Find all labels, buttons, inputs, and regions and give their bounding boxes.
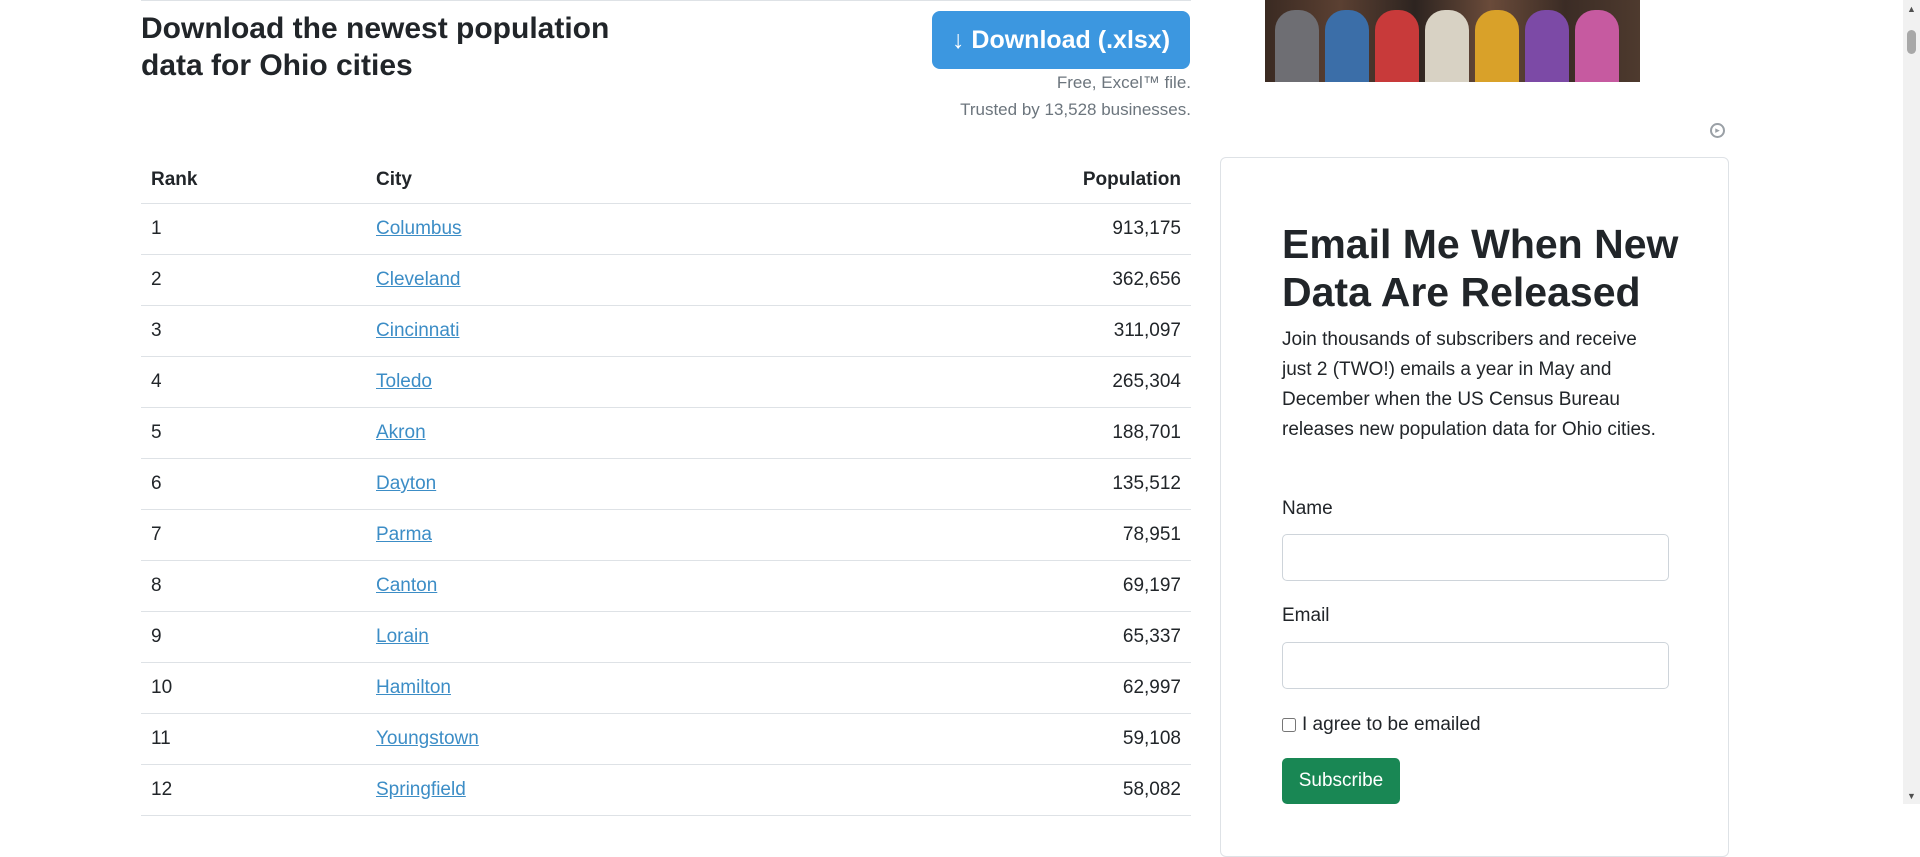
table-row: 12 Springfield 58,082: [141, 764, 1191, 816]
table-row: 2 Cleveland 362,656: [141, 254, 1191, 306]
population-cell: 188,701: [786, 407, 1191, 459]
email-label: Email: [1282, 605, 1330, 626]
chevron-up-icon[interactable]: ▲: [1903, 0, 1920, 17]
agree-row: I agree to be emailed: [1282, 714, 1481, 736]
name-label: Name: [1282, 498, 1333, 519]
population-cell: 135,512: [786, 458, 1191, 510]
agree-label: I agree to be emailed: [1302, 714, 1481, 735]
rank-cell: 9: [141, 611, 366, 663]
city-link[interactable]: Dayton: [376, 473, 436, 494]
rank-cell: 7: [141, 509, 366, 561]
table-row: 11 Youngstown 59,108: [141, 713, 1191, 765]
agree-checkbox[interactable]: [1282, 718, 1296, 732]
column-header-population: Population: [786, 157, 1191, 204]
population-cell: 62,997: [786, 662, 1191, 714]
table-row: 1 Columbus 913,175: [141, 203, 1191, 255]
table-row: 7 Parma 78,951: [141, 509, 1191, 561]
city-link[interactable]: Akron: [376, 422, 426, 443]
vertical-scrollbar[interactable]: ▲ ▼: [1903, 0, 1920, 804]
column-header-rank: Rank: [141, 157, 366, 204]
city-link[interactable]: Parma: [376, 524, 432, 545]
population-cell: 362,656: [786, 254, 1191, 306]
page-headline: Download the newest population data for …: [141, 12, 610, 82]
download-note-trusted: Trusted by 13,528 businesses.: [960, 100, 1191, 119]
rank-cell: 3: [141, 305, 366, 357]
rank-cell: 4: [141, 356, 366, 408]
rank-cell: 8: [141, 560, 366, 612]
download-note-free: Free, Excel™ file.: [1056, 73, 1191, 92]
table-row: 3 Cincinnati 311,097: [141, 305, 1191, 357]
rank-cell: 5: [141, 407, 366, 459]
advertisement-image[interactable]: [1265, 0, 1640, 82]
signup-description: Join thousands of subscribers and receiv…: [1282, 329, 1656, 440]
email-field[interactable]: [1282, 642, 1669, 689]
population-cell: 65,337: [786, 611, 1191, 663]
rank-cell: 11: [141, 713, 366, 765]
ad-choices-icon[interactable]: ▸: [1710, 123, 1725, 138]
city-link[interactable]: Toledo: [376, 371, 432, 392]
table-header-row: Rank City Population: [141, 157, 1191, 204]
city-link[interactable]: Columbus: [376, 218, 462, 239]
population-cell: 913,175: [786, 203, 1191, 255]
email-signup-card: Email Me When New Data Are Released Join…: [1220, 157, 1729, 857]
rank-cell: 6: [141, 458, 366, 510]
download-xlsx-button[interactable]: ↓ Download (.xlsx): [932, 11, 1190, 69]
population-cell: 69,197: [786, 560, 1191, 612]
scrollbar-thumb[interactable]: [1907, 30, 1916, 54]
rank-cell: 12: [141, 764, 366, 816]
city-link[interactable]: Springfield: [376, 779, 466, 800]
signup-title: Email Me When New Data Are Released: [1282, 221, 1679, 315]
rank-cell: 2: [141, 254, 366, 306]
population-cell: 59,108: [786, 713, 1191, 765]
top-divider: [141, 0, 1191, 1]
population-cell: 311,097: [786, 305, 1191, 357]
population-cell: 58,082: [786, 764, 1191, 816]
table-row: 10 Hamilton 62,997: [141, 662, 1191, 714]
chevron-down-icon[interactable]: ▼: [1903, 787, 1920, 804]
city-link[interactable]: Cincinnati: [376, 320, 459, 341]
table-row: 6 Dayton 135,512: [141, 458, 1191, 510]
population-cell: 265,304: [786, 356, 1191, 408]
table-row: 9 Lorain 65,337: [141, 611, 1191, 663]
rank-cell: 1: [141, 203, 366, 255]
table-row: 5 Akron 188,701: [141, 407, 1191, 459]
table-row: 8 Canton 69,197: [141, 560, 1191, 612]
column-header-city: City: [366, 157, 787, 204]
population-table: Rank City Population 1 Columbus 913,175 2C…: [141, 157, 1191, 816]
city-link[interactable]: Canton: [376, 575, 437, 596]
table-row: 4 Toledo 265,304: [141, 356, 1191, 408]
rank-cell: 10: [141, 662, 366, 714]
city-link[interactable]: Cleveland: [376, 269, 461, 290]
city-link[interactable]: Youngstown: [376, 728, 479, 749]
subscribe-button[interactable]: Subscribe: [1282, 758, 1400, 804]
name-field[interactable]: [1282, 534, 1669, 581]
population-cell: 78,951: [786, 509, 1191, 561]
city-link[interactable]: Lorain: [376, 626, 429, 647]
city-link[interactable]: Hamilton: [376, 677, 451, 698]
